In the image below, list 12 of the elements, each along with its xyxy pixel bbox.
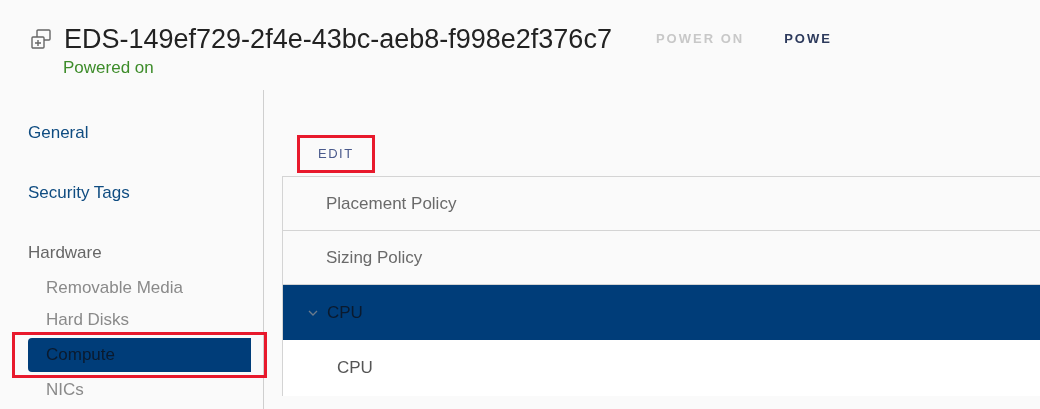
vm-title: EDS-149ef729-2f4e-43bc-aeb8-f998e2f376c7 (64, 23, 612, 56)
power-action-button[interactable]: POWE (784, 29, 832, 49)
power-status: Powered on (63, 58, 154, 77)
edit-button[interactable]: EDIT (300, 138, 372, 170)
sidebar-item[interactable]: Hard Disks (28, 303, 251, 337)
vm-icon (30, 28, 52, 50)
sidebar-item[interactable]: General (28, 116, 251, 150)
stack-row: CPU (283, 340, 1040, 396)
sidebar-item[interactable]: Hardware (28, 236, 251, 270)
sidebar-item[interactable]: NICs (28, 373, 251, 407)
sidebar-item[interactable]: Security Tags (28, 176, 251, 210)
sidebar-item[interactable]: Removable Media (28, 271, 251, 305)
